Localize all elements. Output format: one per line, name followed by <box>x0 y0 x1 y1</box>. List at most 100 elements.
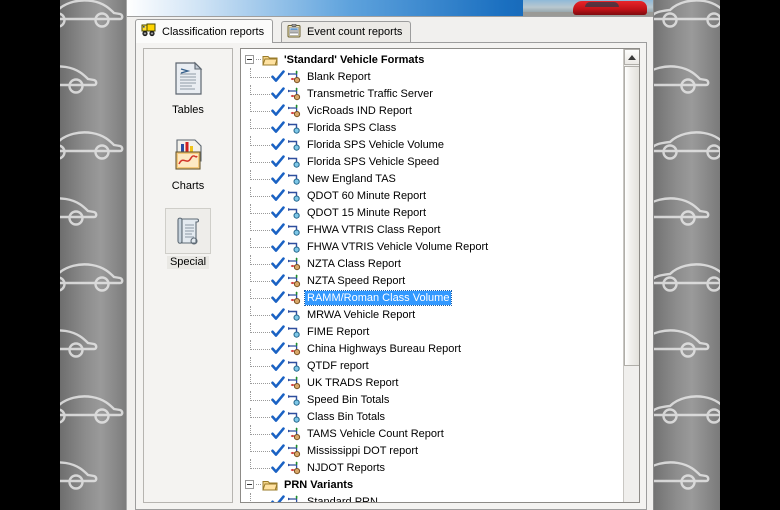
wallpaper-car-motif <box>60 386 126 426</box>
tree-item-row[interactable]: TAMS Vehicle Count Report <box>241 425 623 442</box>
tree-connector-line <box>250 442 272 452</box>
tree-vertical-scrollbar[interactable] <box>623 49 639 502</box>
tree-item-row[interactable]: Blank Report <box>241 68 623 85</box>
tree-item-label: TAMS Vehicle Count Report <box>307 427 444 440</box>
checkmark-icon[interactable] <box>271 103 285 118</box>
simple-node-icon <box>287 155 302 169</box>
wallpaper-car-motif <box>60 320 100 360</box>
tree-item-row[interactable]: New England TAS <box>241 170 623 187</box>
scroll-up-arrow-icon[interactable] <box>624 49 639 65</box>
checkmark-icon[interactable] <box>271 392 285 407</box>
checkmark-icon[interactable] <box>271 358 285 373</box>
wallpaper-car-motif <box>650 188 712 228</box>
tree-item-row[interactable]: MRWA Vehicle Report <box>241 306 623 323</box>
checkmark-icon[interactable] <box>271 205 285 220</box>
tree-item-row[interactable]: RAMM/Roman Class Volume <box>241 289 623 306</box>
checkmark-icon[interactable] <box>271 120 285 135</box>
tree-group-standard-vehicle-formats[interactable]: 'Standard' Vehicle Formats <box>241 51 623 68</box>
tree-item-label: Florida SPS Vehicle Volume <box>307 138 444 151</box>
red-car-photo <box>573 1 647 15</box>
tree-item-row[interactable]: NZTA Class Report <box>241 255 623 272</box>
tree-item-row[interactable]: Standard PRN <box>241 493 623 502</box>
checkmark-icon[interactable] <box>271 375 285 390</box>
checkmark-icon[interactable] <box>271 290 285 305</box>
tree-item-row[interactable]: Transmetric Traffic Server <box>241 85 623 102</box>
checkmark-icon[interactable] <box>271 154 285 169</box>
tree-item-row[interactable]: VicRoads IND Report <box>241 102 623 119</box>
simple-node-icon <box>287 359 302 373</box>
tree-item-row[interactable]: QTDF report <box>241 357 623 374</box>
checkmark-icon[interactable] <box>271 443 285 458</box>
tree-connector-line <box>250 136 272 146</box>
tree-item-row[interactable]: Class Bin Totals <box>241 408 623 425</box>
tab-classification-reports[interactable]: Classification reports <box>135 19 274 43</box>
checkmark-icon[interactable] <box>271 239 285 254</box>
tree-item-row[interactable]: Mississippi DOT report <box>241 442 623 459</box>
scrollbar-thumb[interactable] <box>624 66 639 366</box>
checkmark-icon[interactable] <box>271 273 285 288</box>
category-item-charts[interactable]: Charts <box>144 125 232 201</box>
tree-item-row[interactable]: Florida SPS Class <box>241 119 623 136</box>
checkmark-icon[interactable] <box>271 69 285 84</box>
tab-event-count-reports-label: Event count reports <box>307 26 403 38</box>
tree-item-row[interactable]: Speed Bin Totals <box>241 391 623 408</box>
clipboard-icon <box>287 23 302 41</box>
desktop-wallpaper-left <box>60 0 128 510</box>
axle-node-icon <box>287 341 302 356</box>
checkmark-icon[interactable] <box>271 341 285 356</box>
tree-item-label: NJDOT Reports <box>307 461 386 474</box>
tree-item-row[interactable]: QDOT 15 Minute Report <box>241 204 623 221</box>
checkmark-icon[interactable] <box>271 494 285 502</box>
checkmark-icon[interactable] <box>271 460 285 475</box>
tree-item-row[interactable]: China Highways Bureau Report <box>241 340 623 357</box>
tab-event-count-reports[interactable]: Event count reports <box>281 21 412 42</box>
tree-item-row[interactable]: FHWA VTRIS Class Report <box>241 221 623 238</box>
axle-node-icon <box>287 426 302 441</box>
axle-node-icon <box>287 69 302 84</box>
tree-item-row[interactable]: NZTA Speed Report <box>241 272 623 289</box>
wallpaper-car-motif <box>60 188 100 228</box>
simple-node-icon <box>287 138 302 152</box>
category-item-special-label: Special <box>166 256 210 269</box>
tree-item-label-selected: RAMM/Roman Class Volume <box>303 289 453 306</box>
tree-connector-line <box>250 255 272 265</box>
expander-collapse-icon[interactable] <box>245 55 254 64</box>
tree-item-label: QDOT 15 Minute Report <box>307 206 427 219</box>
axle-node-icon <box>287 460 302 475</box>
checkmark-icon[interactable] <box>271 222 285 237</box>
tree-connector-line <box>250 119 272 129</box>
tree-item-row[interactable]: Florida SPS Vehicle Volume <box>241 136 623 153</box>
simple-node-icon <box>287 189 302 203</box>
checkmark-icon[interactable] <box>271 256 285 271</box>
category-item-special[interactable]: Special <box>144 201 232 277</box>
checkmark-icon[interactable] <box>271 426 285 441</box>
tree-item-row[interactable]: QDOT 60 Minute Report <box>241 187 623 204</box>
checkmark-icon[interactable] <box>271 188 285 203</box>
report-treeview[interactable]: 'Standard' Vehicle Formats Blank Report … <box>241 49 623 502</box>
tree-item-label: VicRoads IND Report <box>307 104 412 117</box>
wallpaper-car-motif <box>650 452 712 492</box>
checkmark-icon[interactable] <box>271 307 285 322</box>
wallpaper-car-motif <box>60 452 100 492</box>
tree-item-row[interactable]: NJDOT Reports <box>241 459 623 476</box>
tree-group-prn-variants[interactable]: PRN Variants <box>241 476 623 493</box>
axle-node-icon <box>287 290 302 305</box>
expander-collapse-icon[interactable] <box>245 480 254 489</box>
checkmark-icon[interactable] <box>271 409 285 424</box>
tree-item-row[interactable]: Florida SPS Vehicle Speed <box>241 153 623 170</box>
checkmark-icon[interactable] <box>271 137 285 152</box>
tree-item-row[interactable]: FHWA VTRIS Vehicle Volume Report <box>241 238 623 255</box>
tree-item-row[interactable]: FIME Report <box>241 323 623 340</box>
tree-connector-line <box>250 323 272 333</box>
category-item-tables[interactable]: Tables <box>144 49 232 125</box>
checkmark-icon[interactable] <box>271 86 285 101</box>
tree-item-label: Florida SPS Vehicle Speed <box>307 155 440 168</box>
tree-connector-line <box>250 153 272 163</box>
checkmark-icon[interactable] <box>271 324 285 339</box>
wallpaper-car-motif <box>650 0 720 30</box>
checkmark-icon[interactable] <box>271 171 285 186</box>
tree-connector-line <box>250 170 272 180</box>
wallpaper-car-motif <box>60 254 126 294</box>
simple-node-icon <box>287 223 302 237</box>
tree-item-row[interactable]: UK TRADS Report <box>241 374 623 391</box>
